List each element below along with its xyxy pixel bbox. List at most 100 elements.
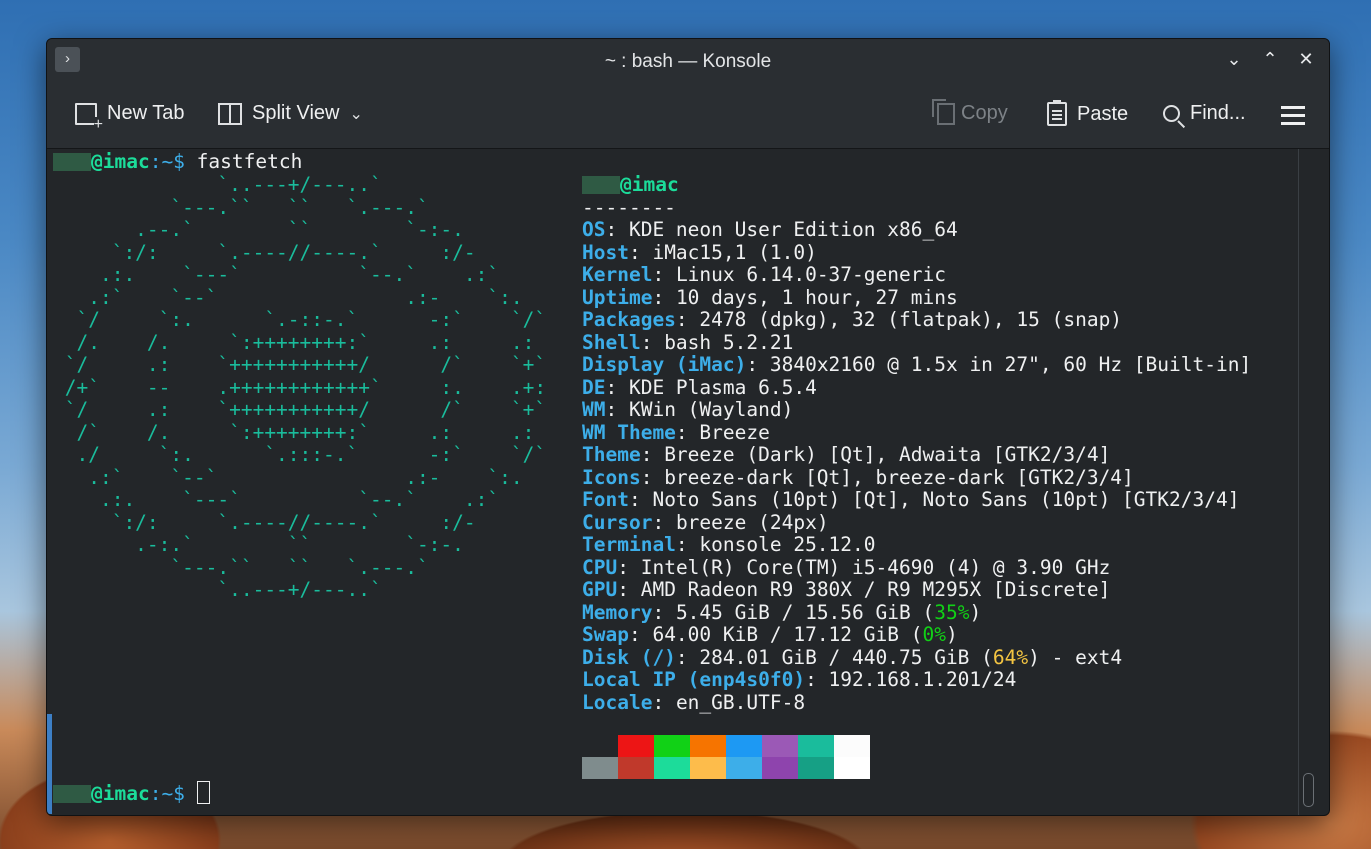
info-locale: Locale: en_GB.UTF-8: [582, 690, 806, 714]
color-swatch: [654, 757, 690, 779]
ascii-logo-line: `---.`` `` `.---.`: [53, 555, 429, 579]
color-swatch: [618, 735, 654, 757]
info-value: KDE neon User Edition x86_64: [628, 218, 958, 241]
info-value: 10 days, 1 hour, 27 mins: [675, 285, 958, 309]
info-line: DE: KDE Plasma 6.5.4: [582, 375, 817, 399]
info-line: GPU: AMD Radeon R9 380X / R9 M295X [Disc…: [582, 578, 1111, 601]
hamburger-menu-button[interactable]: [1281, 106, 1305, 125]
redacted-username: [53, 785, 91, 803]
info-local-ip: Local IP (enp4s0f0): 192.168.1.201/24: [582, 668, 1017, 691]
info-value: bash 5.2.21: [664, 330, 794, 354]
konsole-window: › ~ : bash — Konsole ⌄ ⌃ ✕ New Tab Split…: [46, 38, 1330, 816]
info-value: 3840x2160 @ 1.5x in 27", 60 Hz [Built-in…: [769, 353, 1252, 376]
window-title: ~ : bash — Konsole: [604, 51, 772, 72]
color-swatch: [654, 735, 690, 757]
ascii-logo-line: `..---+/---..`: [53, 578, 382, 601]
info-line: OS: KDE neon User Edition x86_64: [582, 218, 958, 241]
color-swatch: [834, 735, 870, 757]
color-swatch: [726, 735, 762, 757]
ascii-logo-line: ./ `:. `.:::-.` -:` `/`: [53, 443, 547, 466]
info-line: Uptime: 10 days, 1 hour, 27 mins: [582, 285, 958, 309]
ascii-logo-line: `/ .: `+++++++++++/ /` `+`: [53, 353, 547, 376]
ascii-logo-line: `/ .: `+++++++++++/ /` `+`: [53, 398, 547, 421]
info-key: Terminal: [582, 533, 676, 556]
scrollbar[interactable]: [1298, 149, 1317, 815]
color-swatch: [798, 735, 834, 757]
copy-label: Copy: [961, 102, 1008, 124]
terminal-area[interactable]: @imac:~$ fastfetch `..---+/---..` `---.`…: [47, 149, 1297, 815]
color-swatch: [762, 757, 798, 779]
paste-label: Paste: [1077, 102, 1129, 125]
ascii-logo-line: `..---+/---..`: [53, 173, 382, 196]
search-icon: [1163, 105, 1180, 122]
ascii-logo-line: `/ `:. `.-::-.` -:` `/`: [53, 308, 547, 331]
prompt-host: @imac: [91, 782, 150, 805]
info-value: Intel(R) Core(TM) i5-4690 (4) @ 3.90 GHz: [640, 555, 1111, 579]
info-value: Linux 6.14.0-37-generic: [675, 263, 946, 286]
info-disk: Disk (/): 284.01 GiB / 440.75 GiB (64%) …: [582, 645, 1123, 669]
split-view-icon: [218, 102, 242, 125]
info-line: Packages: 2478 (dpkg), 32 (flatpak), 15 …: [582, 308, 1123, 331]
ascii-logo-line: `:/: `.----//----.` :/-: [53, 240, 476, 264]
color-swatch: [690, 735, 726, 757]
prompt-host: @imac: [91, 150, 150, 173]
ascii-logo-line: /+` -- .++++++++++++` :. .+:: [53, 375, 547, 399]
info-key: CPU: [582, 555, 618, 579]
info-swap: Swap: 64.00 KiB / 17.12 GiB (0%): [582, 623, 958, 646]
info-line: Display (iMac): 3840x2160 @ 1.5x in 27",…: [582, 353, 1252, 376]
prompt-tail: :~$: [149, 150, 197, 173]
info-key: GPU: [582, 578, 618, 601]
ascii-logo-line: .-:.` `` `-:-.: [53, 533, 464, 556]
info-separator: --------: [582, 195, 676, 219]
info-key: Icons: [582, 465, 641, 489]
palette-row-bright: [582, 757, 870, 779]
color-palette: [582, 735, 870, 779]
info-host-line: @imac: [582, 173, 679, 197]
new-tab-label: New Tab: [107, 102, 185, 124]
info-value: breeze (24px): [675, 510, 829, 534]
ascii-logo-line: .:. `---` `--.` .:`: [53, 263, 500, 286]
activity-marker: [47, 714, 52, 814]
redacted-username: [53, 153, 91, 171]
paste-button[interactable]: Paste: [1047, 100, 1129, 126]
titlebar: › ~ : bash — Konsole ⌄ ⌃ ✕: [47, 39, 1329, 82]
copy-icon: [932, 98, 955, 125]
info-key: Packages: [582, 308, 676, 331]
info-line: Shell: bash 5.2.21: [582, 330, 794, 354]
info-key: OS: [582, 218, 606, 241]
copy-button[interactable]: Copy: [932, 98, 1008, 125]
maximize-icon[interactable]: ⌃: [1259, 48, 1281, 70]
info-value: KDE Plasma 6.5.4: [628, 375, 817, 399]
info-value: iMac15,1 (1.0): [652, 240, 817, 264]
info-value: AMD Radeon R9 380X / R9 M295X [Discrete]: [640, 578, 1111, 601]
info-line: WM Theme: Breeze: [582, 420, 770, 444]
window-controls: ⌄ ⌃ ✕: [1223, 48, 1317, 70]
scrollbar-thumb[interactable]: [1303, 773, 1314, 807]
redacted-username: [582, 176, 620, 194]
info-value: Breeze (Dark) [Qt], Adwaita [GTK2/3/4]: [664, 443, 1111, 466]
new-tab-button[interactable]: New Tab: [75, 102, 185, 133]
info-line: CPU: Intel(R) Core(TM) i5-4690 (4) @ 3.9…: [582, 555, 1111, 579]
split-view-label: Split View: [252, 102, 340, 124]
paste-icon: [1047, 100, 1067, 126]
prompt-line: @imac:~$: [53, 781, 210, 806]
color-swatch: [582, 757, 618, 779]
info-key: DE: [582, 375, 606, 399]
prompt-tail: :~$: [149, 782, 197, 805]
split-view-button[interactable]: Split View ⌄: [218, 102, 363, 125]
color-swatch: [690, 757, 726, 779]
info-key: Host: [582, 240, 629, 264]
ascii-logo-line: .--.` `` `-:-.: [53, 218, 464, 241]
info-key: Cursor: [582, 510, 653, 534]
close-icon[interactable]: ✕: [1295, 48, 1317, 70]
ascii-logo-line: /. /. `:++++++++:` .: .:: [53, 330, 535, 354]
palette-row-normal: [582, 735, 870, 757]
info-key: WM: [582, 398, 606, 421]
chevron-down-icon[interactable]: ⌄: [349, 104, 362, 124]
ascii-logo-line: /` /. `:++++++++:` .: .:: [53, 420, 535, 444]
minimize-icon[interactable]: ⌄: [1223, 48, 1245, 70]
info-line: Terminal: konsole 25.12.0: [582, 533, 876, 556]
find-button[interactable]: Find...: [1163, 102, 1246, 125]
info-value: breeze-dark [Qt], breeze-dark [GTK2/3/4]: [664, 465, 1134, 489]
info-value: Noto Sans (10pt) [Qt], Noto Sans (10pt) …: [652, 488, 1240, 511]
